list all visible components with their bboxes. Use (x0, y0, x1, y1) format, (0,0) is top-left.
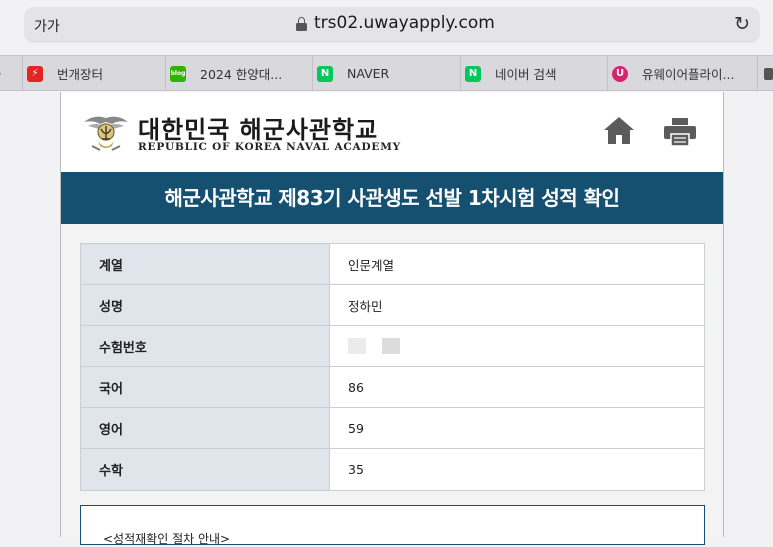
table-row: 성명 정하민 (81, 285, 704, 326)
text-size-button[interactable]: 가가 (34, 16, 60, 36)
row-value: 인문계열 (348, 257, 395, 273)
page-title: 해군사관학교 제83기 사관생도 선발 1차시험 성적 확인 (164, 186, 620, 210)
naver-icon: N (317, 65, 333, 82)
row-label: 수학 (81, 449, 330, 490)
tab-uway[interactable]: U 유웨이어플라이... (607, 56, 757, 91)
row-value: 59 (348, 420, 364, 436)
row-label: 국어 (81, 367, 330, 407)
browser-address-bar-area: 가가 trs02.uwayapply.com ↻ (0, 0, 773, 55)
uway-icon: U (612, 65, 628, 82)
reload-icon[interactable]: ↻ (734, 13, 750, 35)
row-label: 계열 (81, 244, 330, 284)
table-row: 수험번호 (81, 326, 704, 367)
tab-naver[interactable]: N NAVER (312, 56, 460, 91)
table-row: 영어 59 (81, 408, 704, 449)
close-icon (764, 67, 773, 80)
tab-naver-search[interactable]: N 네이버 검색 (460, 56, 607, 91)
url-text[interactable]: trs02.uwayapply.com (314, 13, 495, 33)
row-value: 정하민 (348, 298, 383, 314)
redaction-block (348, 338, 366, 354)
page-content: 대한민국 해군사관학교 REPUBLIC OF KOREA NAVAL ACAD… (60, 92, 724, 546)
tab-label: 유웨이어플라이... (642, 67, 735, 82)
score-table: 계열 인문계열 성명 정하민 수험번호 국어 86 영어 59 수학 35 (80, 243, 705, 491)
results-section: 계열 인문계열 성명 정하민 수험번호 국어 86 영어 59 수학 35 <성… (61, 224, 723, 546)
row-label: 성명 (81, 285, 330, 325)
brand-korean-name: 대한민국 해군사관학교 (138, 116, 379, 144)
tab-partial[interactable]: · (0, 56, 22, 91)
tab-label: 네이버 검색 (495, 67, 557, 82)
tab-bungae[interactable]: ⚡ 번개장터 (22, 56, 165, 91)
address-bar[interactable]: 가가 trs02.uwayapply.com ↻ (24, 7, 760, 43)
table-row: 국어 86 (81, 367, 704, 408)
row-value: 35 (348, 462, 364, 477)
lock-icon (296, 17, 307, 31)
row-value: 86 (348, 379, 364, 395)
title-banner: 해군사관학교 제83기 사관생도 선발 1차시험 성적 확인 (61, 172, 723, 224)
table-row: 계열 인문계열 (81, 244, 704, 285)
redaction-block (382, 338, 400, 354)
naval-academy-emblem-icon (84, 116, 128, 151)
home-icon[interactable] (603, 115, 635, 145)
tab-partial-right[interactable] (757, 56, 773, 91)
row-label: 영어 (81, 408, 330, 448)
tab-bar: · ⚡ 번개장터 blog 2024 한양대... N NAVER N 네이버 … (0, 55, 773, 91)
tab-label: 2024 한양대... (200, 67, 283, 82)
tab-label: NAVER (347, 66, 390, 81)
brand-english-name: REPUBLIC OF KOREA NAVAL ACADEMY (138, 141, 401, 153)
naver-icon: N (465, 65, 481, 82)
row-label: 수험번호 (81, 326, 330, 366)
table-row: 수학 35 (81, 449, 704, 490)
tab-label: 번개장터 (57, 67, 104, 82)
notice-heading: <성적재확인 절차 안내> (103, 532, 231, 546)
notice-box: <성적재확인 절차 안내> (80, 505, 705, 546)
printer-icon[interactable] (663, 117, 697, 147)
bolt-icon: ⚡ (27, 65, 43, 82)
tab-hanyang[interactable]: blog 2024 한양대... (165, 56, 312, 91)
row-value-redacted (330, 326, 704, 366)
blog-icon: blog (170, 65, 186, 82)
